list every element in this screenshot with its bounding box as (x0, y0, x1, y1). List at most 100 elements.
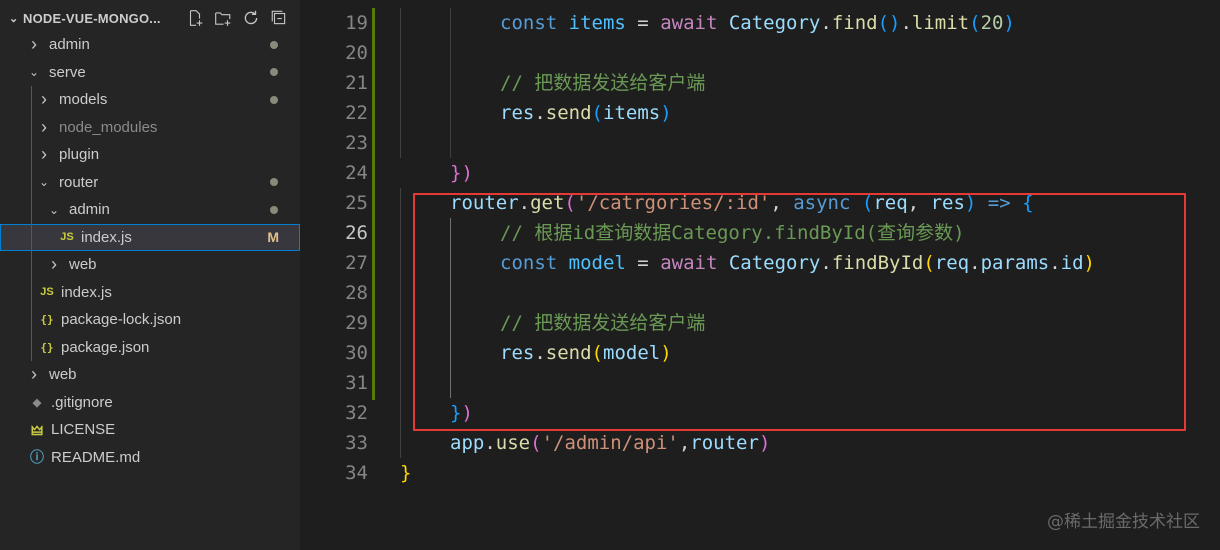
code-token: find (831, 12, 878, 34)
tree-item[interactable]: ◆ .gitignore (0, 389, 300, 416)
line-number: 20 (345, 42, 368, 64)
modified-dot-icon (270, 40, 278, 49)
git-file-icon: ◆ (32, 396, 42, 409)
tree-item-label: index.js (81, 228, 132, 246)
tree-item[interactable]: › admin (0, 31, 300, 58)
modified-dot-icon (270, 178, 278, 186)
line-number: 26 (345, 222, 368, 244)
tree-item-label: admin (69, 201, 110, 218)
chevron-right-icon: › (31, 34, 37, 54)
tree-item[interactable]: JS index.js M (0, 223, 300, 251)
code-token: . (820, 12, 832, 34)
code-token: router (690, 432, 759, 454)
json-file-icon: {} (40, 340, 54, 354)
code-line[interactable]: }) (450, 158, 473, 188)
chevron-right-icon: › (41, 89, 47, 109)
highlight-annotation-box (413, 193, 1186, 431)
code-line[interactable]: const items = await Category.find().limi… (500, 8, 1015, 38)
line-number: 28 (345, 282, 368, 304)
code-token: limit (911, 12, 970, 34)
git-status-badge: M (267, 229, 279, 245)
code-token: . (484, 432, 496, 454)
line-number: 27 (345, 252, 368, 274)
indent-guide-line (400, 188, 401, 458)
code-line[interactable]: // 把数据发送给客户端 (500, 68, 705, 98)
code-token: 20 (980, 12, 1004, 34)
code-line[interactable]: app.use('/admin/api',router) (450, 428, 770, 458)
code-token: ( (591, 102, 603, 124)
tree-item[interactable]: › web (0, 251, 300, 278)
tree-item-label: README.md (51, 448, 141, 466)
code-token: . (900, 12, 912, 34)
new-folder-icon[interactable] (212, 7, 234, 29)
chevron-down-icon: ⌄ (28, 65, 40, 79)
tree-item[interactable]: ⓘ README.md (0, 444, 300, 471)
tree-item-label: index.js (61, 283, 112, 301)
tree-item-label: router (59, 173, 99, 191)
code-token: ) (660, 102, 672, 124)
tree-item-label: serve (49, 63, 86, 81)
code-token: Category (728, 12, 821, 34)
code-token: send (545, 102, 592, 124)
tree-item[interactable]: JS index.js (0, 279, 300, 306)
line-number: 34 (345, 462, 368, 484)
tree-item[interactable]: › web (0, 361, 300, 388)
tree-item[interactable]: ⌄ serve (0, 59, 300, 86)
tree-item[interactable]: ⌄ router (0, 169, 300, 196)
javascript-file-icon: JS (60, 231, 74, 243)
line-number: 31 (345, 372, 368, 394)
tree-item[interactable]: › plugin (0, 141, 300, 168)
git-added-indicator (372, 8, 375, 400)
tree-item-label: plugin (59, 146, 100, 163)
chevron-right-icon: › (51, 254, 57, 274)
tree-item[interactable]: › models (0, 86, 300, 113)
chevron-down-icon[interactable]: ⌄ (9, 12, 23, 25)
explorer-actions (184, 7, 300, 29)
tree-item[interactable]: {} package-lock.json (0, 306, 300, 333)
line-number: 32 (345, 402, 368, 424)
tree-item-label: web (49, 366, 77, 383)
tree-item-label: node_modules (59, 118, 158, 136)
tree-item[interactable]: 🜲 LICENSE (0, 416, 300, 443)
refresh-icon[interactable] (240, 7, 262, 29)
tree-item-label: LICENSE (51, 421, 116, 438)
tree-indent-guide (31, 86, 32, 361)
line-number: 21 (345, 72, 368, 94)
tree-item-label: models (59, 91, 108, 108)
chevron-down-icon: ⌄ (38, 175, 50, 189)
code-token: // 把数据发送给客户端 (500, 72, 706, 94)
markdown-file-icon: ⓘ (30, 449, 44, 465)
modified-dot-icon (270, 205, 278, 214)
line-number: 25 (345, 192, 368, 214)
code-line[interactable]: res.send(items) (500, 98, 672, 128)
code-line[interactable]: } (400, 458, 411, 488)
indent-guide-line (450, 8, 451, 158)
code-token: const (500, 12, 558, 34)
code-token: ( (530, 432, 542, 454)
collapse-all-icon[interactable] (268, 7, 290, 29)
license-file-icon: 🜲 (31, 422, 43, 438)
tree-item[interactable]: {} package.json (0, 334, 300, 361)
line-number: 30 (345, 342, 368, 364)
code-token: ) (758, 432, 771, 454)
modified-dot-icon (270, 95, 278, 104)
line-number: 29 (345, 312, 368, 334)
line-number: 33 (345, 432, 368, 454)
code-token: items (568, 12, 626, 34)
tree-item[interactable]: › node_modules (0, 114, 300, 141)
code-token: () (877, 12, 901, 34)
new-file-icon[interactable] (184, 7, 206, 29)
workspace-title[interactable]: NODE-VUE-MONGO... (23, 11, 184, 26)
code-token: ( (969, 12, 981, 34)
code-token: . (534, 102, 546, 124)
line-number: 24 (345, 162, 368, 184)
code-token: ) (1003, 12, 1015, 34)
code-token: ) (461, 162, 473, 184)
tree-item[interactable]: ⌄ admin (0, 196, 300, 223)
code-token: await (660, 12, 718, 34)
code-token: items (603, 102, 661, 124)
json-file-icon: {} (40, 313, 54, 326)
code-token: res (500, 102, 535, 124)
